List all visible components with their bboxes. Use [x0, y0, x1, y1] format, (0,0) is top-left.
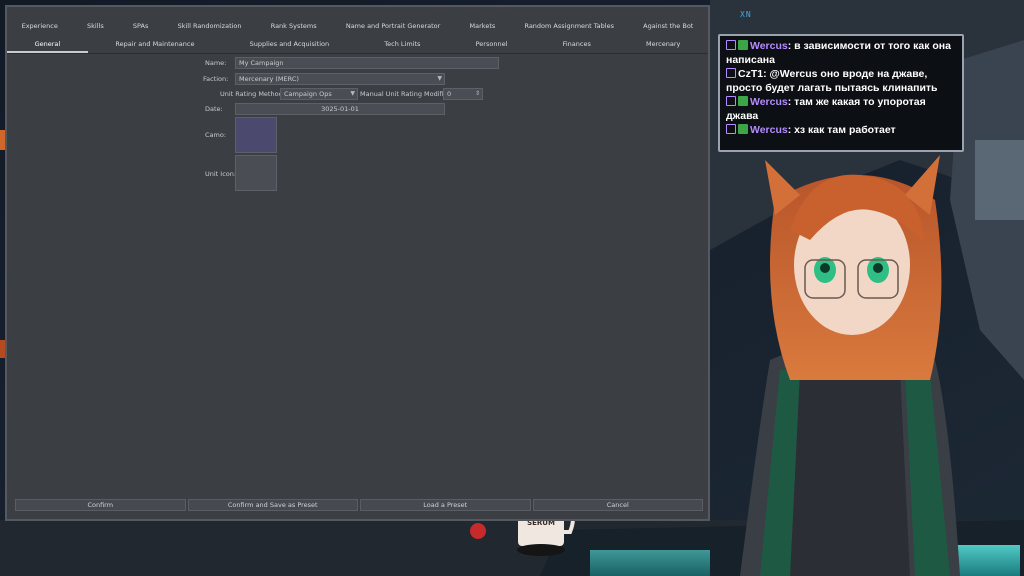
tab-experience[interactable]: Experience [7, 17, 72, 35]
tab-tech-limits[interactable]: Tech Limits [357, 35, 448, 53]
chevron-down-icon: ▼ [350, 90, 355, 97]
verified-badge-icon [738, 124, 748, 134]
twitch-badge-icon [726, 40, 736, 50]
chat-header-badge: XN [740, 10, 752, 19]
load-a-preset-button[interactable]: Load a Preset [360, 499, 531, 511]
unit-icon-button[interactable] [235, 155, 277, 191]
chat-username: CzT1 [738, 68, 764, 80]
dialog-button-bar: Confirm Confirm and Save as Preset Load a … [15, 499, 703, 511]
twitch-badge-icon [726, 68, 736, 78]
verified-badge-icon [738, 96, 748, 106]
chat-username: Wercus [750, 40, 788, 52]
tab-markets[interactable]: Markets [455, 17, 510, 35]
faction-select[interactable]: Mercenary (MERC) ▼ [235, 73, 445, 85]
tab-repair-and-maintenance[interactable]: Repair and Maintenance [88, 35, 222, 53]
tab-skills[interactable]: Skills [72, 17, 118, 35]
chat-message: Wercus: там же какая то упоротая джава [726, 96, 926, 122]
tab-rank-systems[interactable]: Rank Systems [256, 17, 331, 35]
tab-supplies-and-acquisition[interactable]: Supplies and Acquisition [222, 35, 357, 53]
twitch-badge-icon [726, 124, 736, 134]
chevron-down-icon: ▼ [437, 75, 442, 82]
campaign-options-dialog: Experience Skills SPAs Skill Randomization R… [5, 5, 710, 521]
tab-random-assignment-tables[interactable]: Random Assignment Tables [510, 17, 629, 35]
tab-general[interactable]: General [7, 35, 88, 53]
camo-button[interactable] [235, 117, 277, 153]
tab-spas[interactable]: SPAs [118, 17, 163, 35]
faction-label: Faction: [203, 75, 229, 83]
verified-badge-icon [738, 40, 748, 50]
cancel-button[interactable]: Cancel [532, 499, 703, 511]
chat-message: Wercus: в зависимости от того как она на… [726, 40, 951, 66]
name-input[interactable]: My Campaign [235, 57, 499, 69]
manual-unit-rating-spinner[interactable]: 0 ⇕ [443, 88, 483, 100]
manual-unit-rating-label: Manual Unit Rating Modifier: [360, 90, 453, 98]
tab-against-the-bot[interactable]: Against the Bot [629, 17, 708, 35]
tab-name-and-portrait-generator[interactable]: Name and Portrait Generator [331, 17, 455, 35]
chat-message: CzT1: @Wercus оно вроде на джаве, просто… [726, 68, 938, 94]
chat-username: Wercus [750, 96, 788, 108]
name-label: Name: [205, 59, 227, 67]
chat-message: Wercus: хз как там работает [726, 123, 956, 137]
tab-mercenary[interactable]: Mercenary [618, 35, 708, 53]
unit-rating-method-select[interactable]: Campaign Ops ▼ [280, 88, 358, 100]
twitch-badge-icon [726, 96, 736, 106]
unit-rating-method-value: Campaign Ops [284, 90, 332, 98]
confirm-and-save-as-preset-button[interactable]: Confirm and Save as Preset [187, 499, 358, 511]
tab-row-2: General Repair and Maintenance Supplies an… [7, 35, 708, 54]
chat-username: Wercus [750, 124, 788, 136]
faction-value: Mercenary (MERC) [239, 75, 299, 83]
spinner-arrows-icon[interactable]: ⇕ [475, 89, 480, 99]
chat-text: хз как там работает [794, 124, 896, 136]
tab-personnel[interactable]: Personnel [448, 35, 535, 53]
unit-rating-method-label: Unit Rating Method: [220, 90, 285, 98]
chat-panel: Wercus: в зависимости от того как она на… [718, 34, 964, 152]
confirm-button[interactable]: Confirm [15, 499, 186, 511]
tab-finances[interactable]: Finances [535, 35, 618, 53]
unit-icon-label: Unit Icon: [205, 170, 237, 178]
tab-row-1: Experience Skills SPAs Skill Randomization R… [7, 17, 708, 35]
camo-label: Camo: [205, 131, 227, 139]
manual-unit-rating-value: 0 [447, 90, 452, 98]
date-button[interactable]: 3025-01-01 [235, 103, 445, 115]
tab-skill-randomization[interactable]: Skill Randomization [163, 17, 256, 35]
date-label: Date: [205, 105, 223, 113]
